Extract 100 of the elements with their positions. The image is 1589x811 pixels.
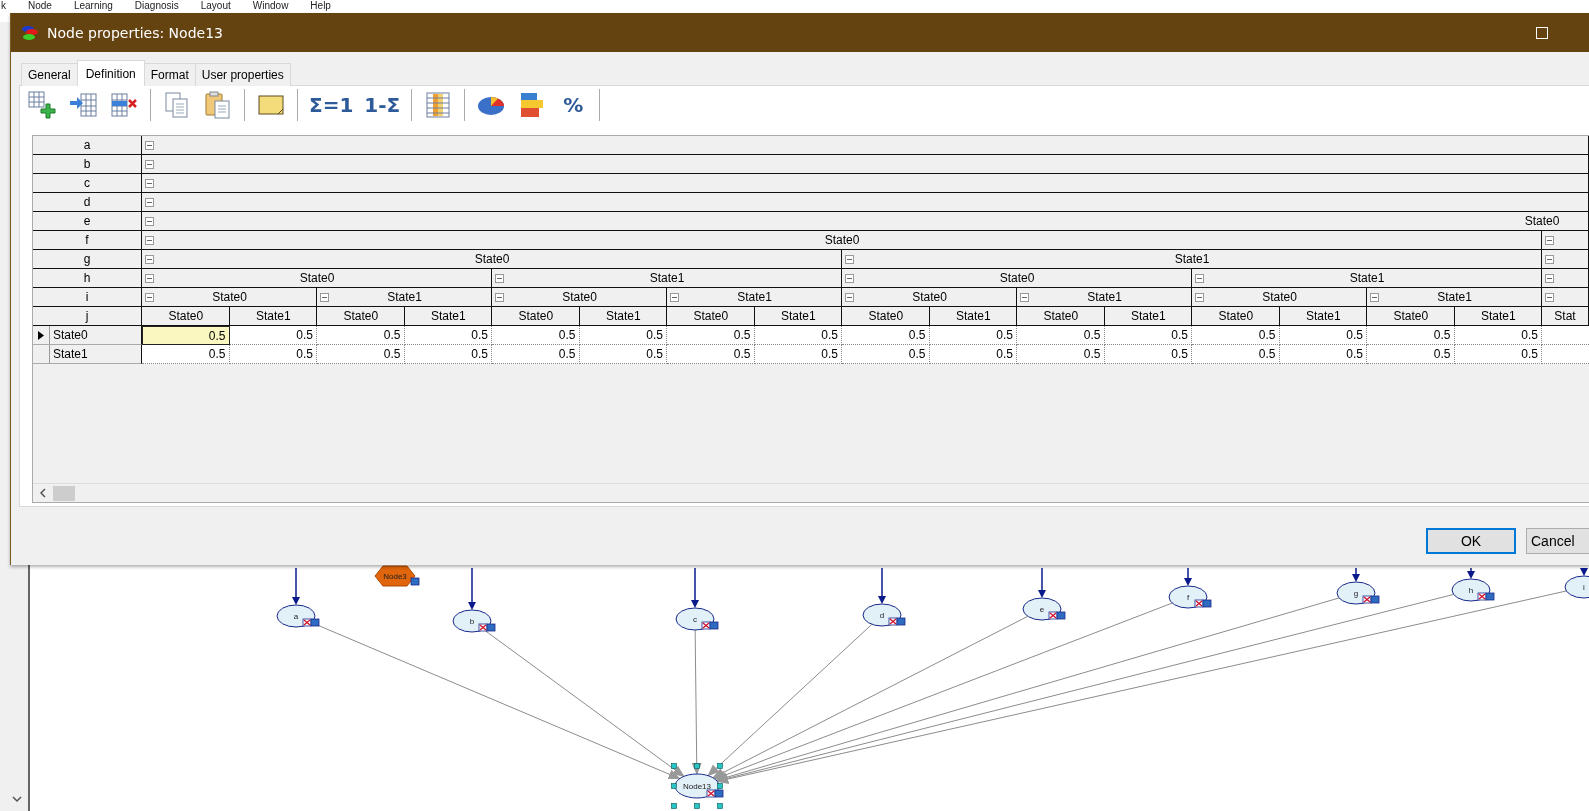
scrollbar-thumb[interactable] [53,485,75,501]
state-label: Stat [1554,309,1576,323]
state-label: State1 [1087,290,1122,304]
state-label: State1 [1305,309,1341,323]
table-cell[interactable]: 0.5 [667,326,755,345]
parent-name: g [33,250,142,269]
collapse-icon[interactable] [1195,274,1204,283]
table-cell[interactable]: 0.5 [1367,345,1455,364]
table-cell[interactable]: 0.5 [1454,326,1542,345]
toolbar-button[interactable]: Σ=1 [309,90,354,120]
collapse-icon[interactable] [845,293,854,302]
table-cell[interactable]: 0.5 [142,345,230,364]
table-cell[interactable]: 0.5 [1104,326,1192,345]
collapse-icon[interactable] [1195,293,1204,302]
collapse-icon[interactable] [145,293,154,302]
menu-item[interactable]: Layout [200,0,231,12]
collapse-icon[interactable] [145,141,154,150]
dialog-button[interactable]: OK [1426,528,1516,554]
table-cell[interactable]: 0.5 [754,326,842,345]
status-icon [1048,611,1066,620]
table-cell[interactable]: 0.5 [404,345,492,364]
table-cell[interactable]: 0.5 [229,345,317,364]
table-cell[interactable]: 0.5 [1192,345,1280,364]
table-cell[interactable]: 0.5 [929,326,1017,345]
collapse-icon[interactable] [320,293,329,302]
tab[interactable]: User properties [194,63,291,86]
maximize-icon[interactable] [1536,26,1548,39]
table-cell[interactable]: 0.5 [842,326,930,345]
window-title: Node properties: Node13 [47,24,224,41]
table-cell[interactable]: 0.5 [1192,326,1280,345]
table-cell[interactable]: 0.5 [317,326,405,345]
table-cell[interactable]: 0.5 [404,326,492,345]
table-cell[interactable]: 0.5 [1279,326,1367,345]
add-row-icon[interactable] [27,90,57,120]
table-cell[interactable]: 0.5 [142,326,230,345]
state-label: State1 [955,309,991,323]
collapse-icon[interactable] [670,293,679,302]
table-cell[interactable]: 0.5 [929,345,1017,364]
parent-name: e [33,212,142,231]
state-label: State0 [693,309,729,323]
table-cell[interactable]: 0.5 [229,326,317,345]
state-label: State1 [255,309,291,323]
collapse-icon[interactable] [1370,293,1379,302]
table-cell[interactable]: 0.5 [754,345,842,364]
collapse-icon[interactable] [145,198,154,207]
scroll-down-icon[interactable] [12,796,22,803]
menu-item[interactable]: Learning [73,0,113,12]
collapse-icon[interactable] [145,236,154,245]
menu-item[interactable]: Window [252,0,289,12]
state-label: State0 [343,309,379,323]
table-cell[interactable] [1542,345,1589,364]
menu-item[interactable]: Help [310,0,331,12]
delete-column-icon[interactable] [109,90,139,120]
table-cell[interactable]: 0.5 [1454,345,1542,364]
collapse-icon[interactable] [1545,255,1554,264]
node-label: g [1353,588,1359,598]
collapse-icon[interactable] [1545,274,1554,283]
collapse-icon[interactable] [145,179,154,188]
tab[interactable]: Definition [76,60,145,86]
tab[interactable]: General [21,63,78,86]
collapse-icon[interactable] [845,274,854,283]
node-label: Node13 [683,781,711,791]
state-label: State1 [1130,309,1166,323]
collapse-icon[interactable] [1020,293,1029,302]
parent-name: h [33,269,142,288]
dialog-button[interactable]: Cancel [1526,528,1589,554]
table-cell[interactable]: 0.5 [1104,345,1192,364]
table-cell[interactable]: 0.5 [579,326,667,345]
tab[interactable]: Format [143,63,196,86]
collapse-icon[interactable] [145,274,154,283]
table-cell[interactable]: 0.5 [1017,345,1105,364]
table-cell[interactable]: 0.5 [492,326,580,345]
insert-column-icon[interactable] [68,90,98,120]
collapse-icon[interactable] [495,293,504,302]
horizontal-scrollbar[interactable] [33,483,1589,502]
table-cell[interactable]: 0.5 [1279,345,1367,364]
scroll-left-icon[interactable] [39,488,47,498]
toolbar-button[interactable]: 1-Σ [364,90,401,120]
table-cell[interactable]: 0.5 [579,345,667,364]
selection-handles[interactable] [671,763,723,809]
menu-item[interactable]: Diagnosis [134,0,179,12]
menu-item[interactable]: k [1,0,6,12]
collapse-icon[interactable] [145,160,154,169]
collapse-icon[interactable] [145,255,154,264]
table-cell[interactable]: 0.5 [317,345,405,364]
table-cell[interactable]: 0.5 [1367,326,1455,345]
collapse-icon[interactable] [495,274,504,283]
table-cell[interactable]: 0.5 [667,345,755,364]
collapse-icon[interactable] [1545,293,1554,302]
collapse-icon[interactable] [1545,236,1554,245]
menu-item[interactable]: Node [28,0,52,12]
collapse-icon[interactable] [145,217,154,226]
table-cell[interactable]: 0.5 [842,345,930,364]
table-cell[interactable]: 0.5 [492,345,580,364]
table-cell[interactable] [1542,326,1589,345]
state-label: State0 [562,290,597,304]
collapse-icon[interactable] [845,255,854,264]
toolbar-button[interactable]: % [558,90,589,120]
parent-name: d [33,193,142,212]
table-cell[interactable]: 0.5 [1017,326,1105,345]
